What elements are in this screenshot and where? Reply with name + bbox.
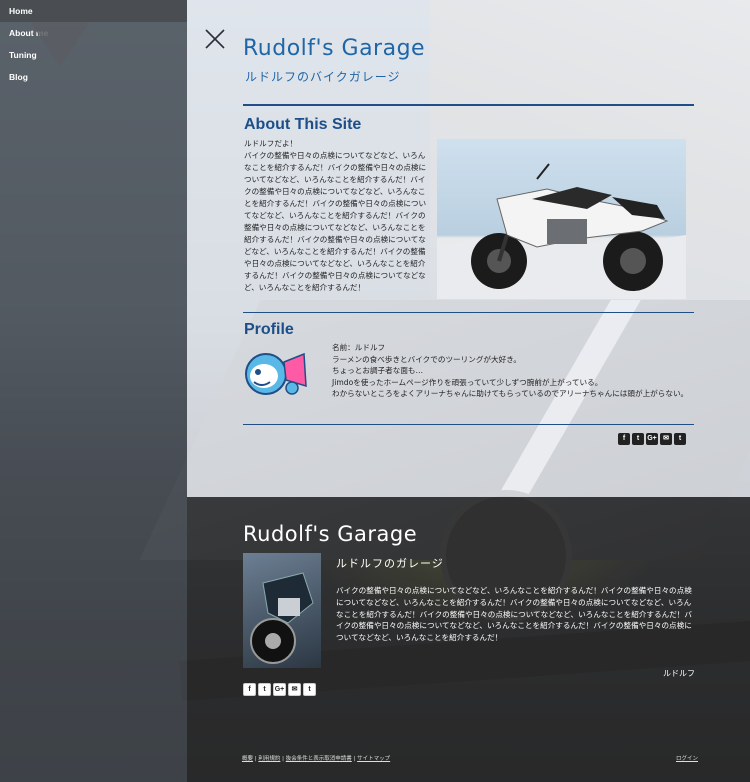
footer-link-sitemap[interactable]: サイトマップ — [357, 756, 390, 762]
motorcycle-photo — [437, 139, 686, 299]
profile-line: ちょっとお調子者な面も… — [332, 366, 424, 375]
login-link[interactable]: ログイン — [676, 754, 698, 762]
footer-share-buttons: f t G+ ✉ t — [243, 683, 316, 696]
tumblr-icon[interactable]: t — [303, 683, 316, 696]
footer-link-conditions[interactable]: 抜会条件と表示取消申請書 — [286, 756, 352, 762]
footer-links: 概要 | 利用規約 | 抜会条件と表示取消申請書 | サイトマップ — [242, 754, 390, 762]
about-heading: About This Site — [244, 116, 362, 133]
nav-item-tuning[interactable]: Tuning — [0, 44, 187, 66]
close-icon[interactable] — [204, 28, 226, 50]
profile-line: 名前：ルドルフ — [332, 343, 386, 352]
nav-pointer-arrow — [30, 22, 90, 66]
twitter-icon[interactable]: t — [258, 683, 271, 696]
profile-line: ラーメンの食べ歩きとバイクでのツーリングが大好き。 — [332, 354, 522, 364]
profile-heading: Profile — [244, 321, 294, 338]
facebook-icon[interactable]: f — [618, 433, 630, 445]
nav-item-about-me[interactable]: About me — [0, 22, 187, 44]
side-navigation: Home About me Tuning Blog — [0, 0, 187, 782]
tumblr-icon[interactable]: t — [674, 433, 686, 445]
site-title[interactable]: Rudolf's Garage — [243, 36, 425, 61]
divider — [243, 104, 694, 106]
footer-link-overview[interactable]: 概要 — [242, 756, 253, 762]
footer-description: バイクの整備や日々の点検についてなどなど、いろんなことを紹介するんだ！バイクの整… — [336, 586, 692, 643]
google-plus-icon[interactable]: G+ — [646, 433, 658, 445]
profile-line: わからないところをよくアリーナちゃんに助けてもらっているのでアリーナちゃんには頭… — [332, 389, 689, 398]
divider — [243, 312, 694, 313]
google-plus-icon[interactable]: G+ — [273, 683, 286, 696]
profile-text: 名前：ルドルフ ラーメンの食べ歩きとバイクでのツーリングが大好き。 ちょっとお調… — [332, 342, 692, 400]
footer-link-terms[interactable]: 利用規約 — [258, 756, 280, 762]
nav-item-home[interactable]: Home — [0, 0, 187, 22]
facebook-icon[interactable]: f — [243, 683, 256, 696]
site-subtitle: ルドルフのバイクガレージ — [245, 70, 401, 84]
profile-line: Jimdoを使ったホームページ作りを頑張っていて少しずつ腕前が上がっている。 — [332, 377, 603, 387]
footer-subtitle: ルドルフのガレージ — [336, 557, 444, 570]
share-buttons: f t G+ ✉ t — [618, 433, 686, 445]
footer-motorcycle-photo — [243, 553, 321, 668]
about-text: ルドルフだよ！ バイクの整備や日々の点検についてなどなど、いろんなことを紹介する… — [244, 139, 427, 292]
mail-icon[interactable]: ✉ — [660, 433, 672, 445]
twitter-icon[interactable]: t — [632, 433, 644, 445]
footer-title: Rudolf's Garage — [243, 522, 418, 546]
footer-author: ルドルフ — [663, 669, 695, 678]
mail-icon[interactable]: ✉ — [288, 683, 301, 696]
profile-avatar — [244, 346, 310, 402]
nav-item-blog[interactable]: Blog — [0, 66, 187, 88]
divider — [243, 424, 694, 425]
